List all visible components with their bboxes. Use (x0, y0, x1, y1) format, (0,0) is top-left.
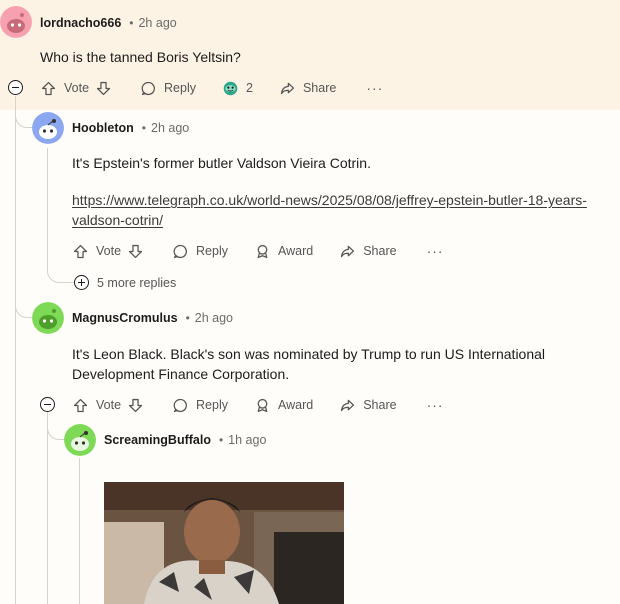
collapse-thread-button[interactable] (8, 80, 23, 95)
share-label: Share (302, 81, 337, 95)
thread-curve-root-hoobleton (15, 108, 32, 128)
timestamp[interactable]: 2h ago (138, 16, 176, 30)
share-button[interactable]: Share (339, 397, 397, 414)
vote-label: Vote (96, 244, 122, 258)
award-label: Award (278, 244, 314, 258)
comment-meta: lordnacho666 • 2h ago (40, 13, 177, 33)
share-label: Share (363, 398, 397, 412)
downvote-icon[interactable] (127, 243, 144, 260)
reply-button[interactable]: Reply (172, 243, 228, 260)
share-arrow-icon (280, 82, 295, 94)
avatar[interactable] (32, 302, 64, 334)
snoo-avatar-icon (32, 302, 64, 334)
comment-bubble-icon (173, 244, 187, 258)
separator-dot: • (185, 311, 190, 325)
upvote-icon[interactable] (72, 243, 89, 260)
reply-label: Reply (196, 398, 228, 412)
vote-group: Vote (72, 397, 144, 414)
snoo-avatar-icon (32, 112, 64, 144)
comment-actions: Vote Reply Award Share ··· (72, 239, 444, 263)
share-label: Share (363, 244, 397, 258)
reply-label: Reply (196, 244, 228, 258)
comment-body: Who is the tanned Boris Yeltsin? (40, 49, 241, 65)
comment-meta: ScreamingBuffalo • 1h ago (104, 430, 266, 450)
downvote-icon[interactable] (127, 397, 144, 414)
snoo-avatar-icon (64, 424, 96, 456)
avatar[interactable] (64, 424, 96, 456)
upvote-icon[interactable] (40, 80, 57, 97)
award-button[interactable]: Award (254, 397, 313, 414)
share-button[interactable]: Share (279, 80, 336, 97)
timestamp[interactable]: 1h ago (228, 433, 266, 447)
more-replies-link[interactable]: 5 more replies (97, 276, 176, 290)
avatar[interactable] (32, 112, 64, 144)
thread-curve-root-magnus (15, 298, 32, 318)
comment-body-line2: Development Finance Corporation. (72, 366, 290, 382)
share-arrow-icon (341, 399, 355, 411)
expand-replies-icon[interactable] (74, 275, 89, 290)
thread-curve-more-replies (47, 266, 74, 283)
separator-dot: • (218, 433, 224, 447)
snoo-avatar-icon (0, 6, 32, 38)
thread-line-hoobleton (47, 148, 48, 272)
thread-curve-magnus-buffalo (47, 420, 64, 440)
separator-dot: • (141, 121, 146, 135)
award-label: Award (278, 398, 314, 412)
thread-line-buffalo (79, 458, 80, 604)
comment-body-line1: It's Leon Black. Black's son was nominat… (72, 346, 546, 362)
share-button[interactable]: Share (339, 243, 397, 260)
award-button[interactable]: Award (254, 243, 313, 260)
comment-body: It's Epstein's former butler Valdson Vie… (72, 155, 371, 171)
upvote-icon[interactable] (72, 397, 89, 414)
separator-dot: • (129, 16, 134, 30)
award-icon (257, 244, 268, 258)
more-options-icon[interactable]: ··· (427, 243, 444, 259)
comment-meta: MagnusCromulus • 2h ago (72, 308, 233, 328)
comment-actions: Vote Reply Award Share ··· (72, 393, 444, 417)
timestamp[interactable]: 2h ago (195, 311, 233, 325)
share-arrow-icon (341, 245, 355, 257)
gif-image[interactable] (104, 482, 344, 604)
gif-person-image (104, 482, 344, 604)
award-badge-icon (223, 81, 238, 95)
thread-line-root (15, 96, 16, 604)
username[interactable]: lordnacho666 (40, 16, 121, 30)
comment-actions: Vote Reply 2 Share ··· (40, 76, 383, 100)
article-link-continued[interactable]: valdson-cotrin/ (72, 210, 163, 230)
collapse-thread-button[interactable] (40, 397, 55, 412)
comment-bubble-icon (141, 81, 155, 95)
downvote-icon[interactable] (95, 80, 112, 97)
comment-bubble-icon (173, 398, 187, 412)
more-options-icon[interactable]: ··· (366, 80, 383, 96)
comment-meta: Hoobleton • 2h ago (72, 118, 189, 138)
vote-label: Vote (64, 81, 90, 95)
thread-line-magnus (47, 412, 48, 604)
award-count: 2 (246, 81, 253, 95)
vote-label: Vote (96, 398, 122, 412)
avatar[interactable] (0, 6, 32, 38)
reply-label: Reply (164, 81, 196, 95)
vote-group: Vote (40, 80, 112, 97)
vote-group: Vote (72, 243, 144, 260)
award-icon (257, 398, 268, 412)
username[interactable]: Hoobleton (72, 121, 134, 135)
more-options-icon[interactable]: ··· (427, 397, 444, 413)
reply-button[interactable]: Reply (140, 80, 196, 97)
username[interactable]: MagnusCromulus (72, 311, 178, 325)
reply-button[interactable]: Reply (172, 397, 228, 414)
article-link[interactable]: https://www.telegraph.co.uk/world-news/2… (72, 190, 587, 210)
timestamp[interactable]: 2h ago (151, 121, 189, 135)
award-button[interactable]: 2 (222, 80, 253, 97)
username[interactable]: ScreamingBuffalo (104, 433, 211, 447)
